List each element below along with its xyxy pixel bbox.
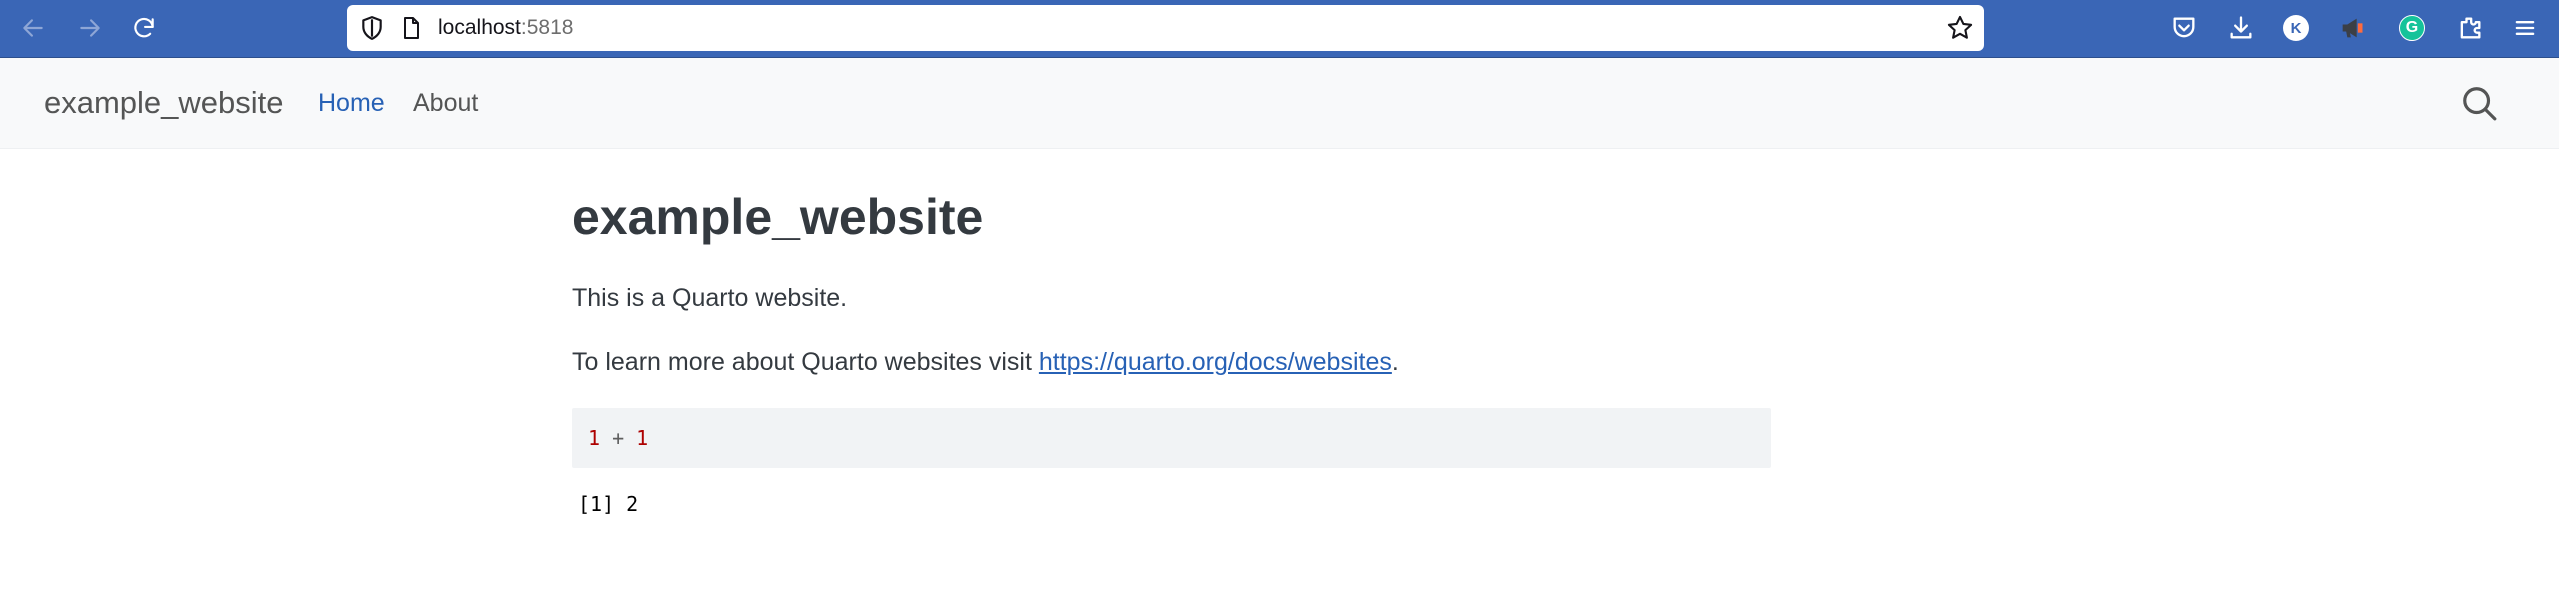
extensions-icon[interactable] <box>2455 13 2485 43</box>
learn-more-paragraph: To learn more about Quarto websites visi… <box>572 348 1399 377</box>
back-icon[interactable] <box>17 12 49 44</box>
account-avatar-icon[interactable]: K <box>2281 13 2311 43</box>
address-bar[interactable]: localhost:5818 <box>347 5 1984 51</box>
code-number: 1 <box>636 426 649 450</box>
page-title: example_website <box>572 189 984 245</box>
star-icon[interactable] <box>1946 14 1974 42</box>
account-initial: K <box>2283 15 2309 41</box>
reload-icon[interactable] <box>128 12 160 44</box>
url-port: :5818 <box>520 16 574 39</box>
download-icon[interactable] <box>2226 13 2256 43</box>
learn-more-period: . <box>1391 348 1399 376</box>
intro-paragraph: This is a Quarto website. <box>572 284 848 312</box>
code-number: 1 <box>588 426 601 450</box>
nav-link-home[interactable]: Home <box>318 58 385 148</box>
code-operator: + <box>600 426 637 450</box>
page-icon <box>404 17 419 39</box>
quarto-docs-link[interactable]: https://quarto.org/docs/websites <box>1039 348 1392 376</box>
url-text[interactable]: localhost:5818 <box>438 5 573 51</box>
pocket-icon[interactable] <box>2169 13 2199 43</box>
code-line: 1 + 1 <box>588 408 648 468</box>
learn-more-text: To learn more about Quarto websites visi… <box>572 348 1039 376</box>
code-output: [1] 2 <box>578 492 639 516</box>
url-host: localhost <box>438 16 521 39</box>
grammarly-icon[interactable]: G <box>2397 13 2427 43</box>
shield-icon[interactable] <box>359 15 385 41</box>
browser-toolbar: localhost:5818 K G <box>0 0 2559 58</box>
nav-link-about[interactable]: About <box>413 58 478 148</box>
forward-icon[interactable] <box>74 12 106 44</box>
site-navbar: example_website Home About <box>0 58 2559 149</box>
code-block: 1 + 1 <box>572 408 1771 468</box>
grammarly-letter: G <box>2399 15 2425 41</box>
search-icon[interactable] <box>2460 84 2498 122</box>
site-brand[interactable]: example_website <box>44 58 284 148</box>
menu-icon[interactable] <box>2510 13 2540 43</box>
extension-megaphone-icon[interactable] <box>2337 13 2367 43</box>
